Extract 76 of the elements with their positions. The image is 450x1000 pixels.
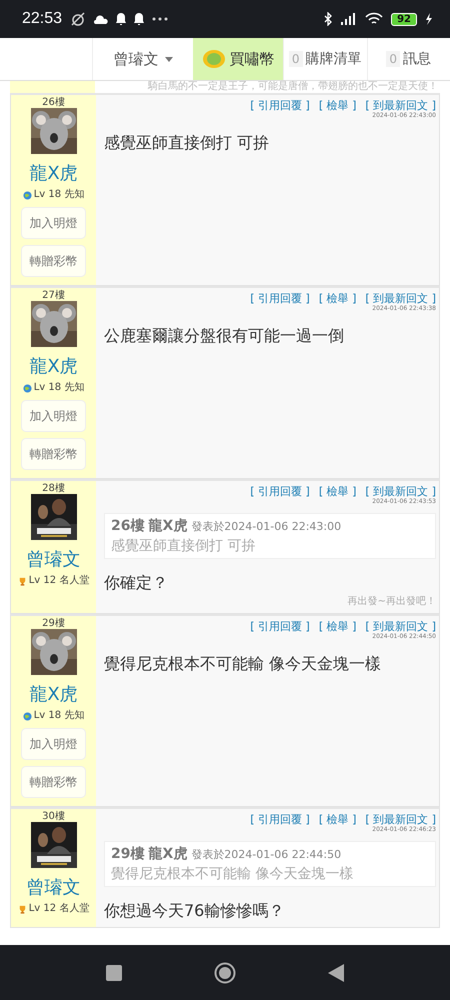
- post-action-link[interactable]: [ 檢舉 ]: [318, 99, 356, 112]
- author-name[interactable]: 曾璿文: [26, 877, 80, 898]
- side-button[interactable]: 轉贈彩幣: [21, 438, 86, 470]
- caret-icon: [164, 56, 172, 62]
- user-level: Lv 12 名人堂: [28, 903, 90, 915]
- side-button[interactable]: 加入明燈: [21, 207, 86, 239]
- post-action-link[interactable]: [ 引用回覆 ]: [250, 813, 310, 826]
- floor-number: 29樓: [42, 618, 65, 629]
- post-action-link[interactable]: [ 引用回覆 ]: [250, 99, 310, 112]
- back-button[interactable]: [328, 964, 344, 982]
- post-action-link[interactable]: [ 到最新回文 ]: [365, 99, 436, 112]
- globe-icon: [22, 384, 32, 392]
- quote-date: 發表於2024-01-06 22:44:50: [191, 847, 342, 862]
- post-action-link[interactable]: [ 引用回覆 ]: [250, 292, 310, 305]
- globe-icon: [22, 712, 32, 720]
- post-action-link[interactable]: [ 引用回覆 ]: [250, 620, 310, 633]
- side-button[interactable]: 轉贈彩幣: [21, 766, 86, 798]
- recents-button[interactable]: [106, 964, 122, 980]
- signature-text: 再出發~再出發吧！: [348, 596, 436, 607]
- coin-icon: [202, 49, 226, 69]
- post-action-link[interactable]: [ 檢舉 ]: [318, 292, 356, 305]
- author-name[interactable]: 龍X虎: [29, 684, 78, 705]
- side-button[interactable]: 加入明燈: [21, 400, 86, 432]
- signal-icon: [341, 13, 358, 25]
- author-name[interactable]: 龍X虎: [29, 163, 78, 184]
- post-action-link[interactable]: [ 到最新回文 ]: [365, 292, 436, 305]
- quote-floor: 29樓: [111, 845, 144, 863]
- muted-alarm-icon: [70, 12, 86, 26]
- message-count: 0: [386, 51, 400, 67]
- battery-level: 92: [391, 12, 417, 26]
- author-name[interactable]: 龍X虎: [29, 356, 78, 377]
- post-action-link[interactable]: [ 檢舉 ]: [318, 813, 356, 826]
- post-action-link[interactable]: [ 到最新回文 ]: [365, 620, 436, 633]
- user-level: Lv 12 名人堂: [28, 575, 90, 587]
- quote-text: 感覺巫師直接倒打 可拚: [111, 537, 256, 555]
- cart-count: 0: [288, 51, 303, 67]
- author-name[interactable]: 曾璿文: [26, 549, 80, 570]
- globe-icon: [22, 190, 32, 200]
- user-level: Lv 18 先知: [34, 710, 84, 722]
- post-action-link[interactable]: [ 到最新回文 ]: [365, 813, 436, 826]
- post-action-link[interactable]: [ 到最新回文 ]: [365, 485, 436, 498]
- status-time: 22:53: [22, 10, 62, 28]
- quote-floor: 26樓: [111, 517, 144, 535]
- wifi-icon: [365, 12, 384, 26]
- cart-link[interactable]: 0 購牌清單: [283, 38, 366, 80]
- post-text: 你確定？: [104, 573, 169, 593]
- floor-number: 30樓: [42, 811, 65, 822]
- floor-number: 27樓: [42, 290, 65, 301]
- user-level: Lv 18 先知: [34, 382, 84, 394]
- post-text: 感覺巫師直接倒打 可拚: [104, 133, 270, 153]
- post-action-link[interactable]: [ 檢舉 ]: [318, 485, 356, 498]
- side-button[interactable]: 加入明燈: [21, 728, 86, 760]
- post-text: 公鹿塞爾讓分盤很有可能一過一倒: [104, 326, 345, 346]
- floor-number: 26樓: [42, 97, 65, 108]
- quote-text: 覺得尼克根本不可能輸 像今天金塊一樣: [111, 865, 354, 883]
- quote-author: 龍X虎: [148, 845, 188, 863]
- home-button[interactable]: [214, 962, 236, 984]
- messages-link[interactable]: 0 訊息: [366, 38, 450, 80]
- more-icon: [152, 17, 168, 21]
- floor-number: 28樓: [42, 483, 65, 494]
- user-level: Lv 18 先知: [34, 189, 84, 201]
- post-text: 你想過今天76輸慘慘嗎？: [104, 901, 286, 921]
- bell-icon: [116, 13, 126, 25]
- post-text: 覺得尼克根本不可能輸 像今天金塊一樣: [104, 654, 382, 674]
- post-action-link[interactable]: [ 檢舉 ]: [318, 620, 356, 633]
- bluetooth-icon: [324, 12, 334, 26]
- charging-icon: [425, 13, 432, 25]
- trophy-icon: [18, 904, 27, 914]
- cloud-icon: [94, 14, 108, 24]
- side-button[interactable]: 轉贈彩幣: [21, 245, 86, 277]
- bell-icon: [134, 13, 144, 25]
- post-action-link[interactable]: [ 引用回覆 ]: [250, 485, 310, 498]
- quote-author: 龍X虎: [148, 517, 188, 535]
- buy-coins-button[interactable]: 買嘯幣: [193, 38, 283, 80]
- trophy-icon: [18, 576, 27, 586]
- quote-date: 發表於2024-01-06 22:43:00: [191, 519, 342, 534]
